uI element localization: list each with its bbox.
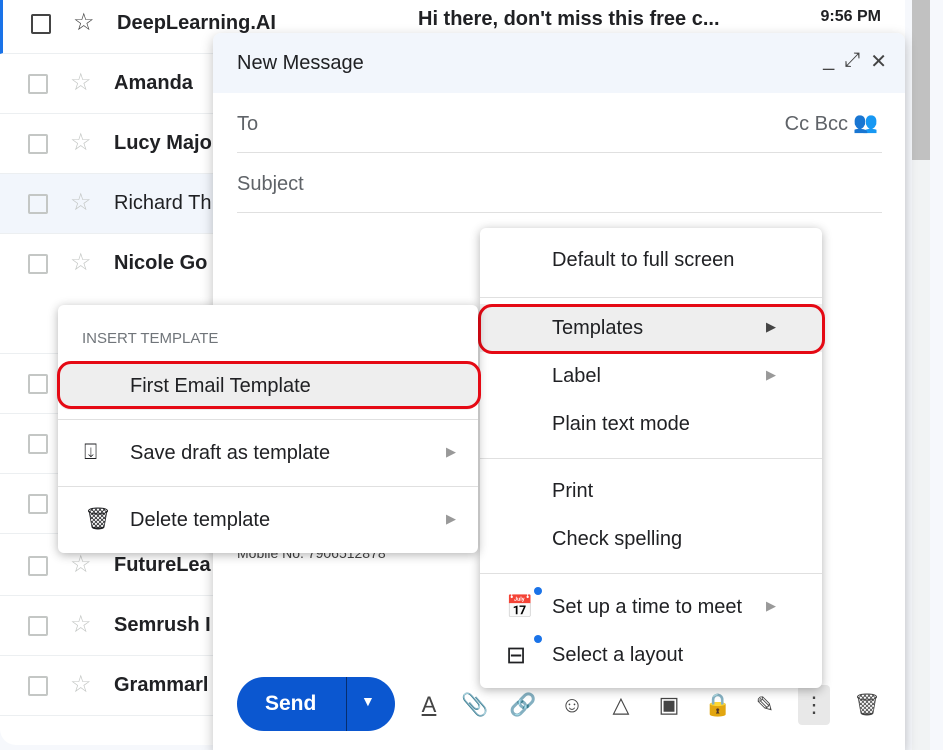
menu-item-select-layout[interactable]: ⊟ Select a layout: [480, 631, 822, 679]
formatting-icon[interactable]: A: [413, 689, 445, 721]
cc-bcc-link[interactable]: Cc Bcc: [785, 113, 848, 136]
star-icon[interactable]: ☆: [70, 128, 92, 157]
checkbox[interactable]: [28, 194, 48, 214]
sender: FutureLea: [114, 554, 211, 576]
submenu-arrow-icon: ▶: [766, 598, 776, 613]
menu-item-print[interactable]: Print: [480, 467, 822, 515]
calendar-icon: 📅: [506, 594, 534, 619]
sender: Nicole Go: [114, 252, 208, 274]
subject: Hi there, don't miss this free c...: [418, 8, 720, 30]
more-options-icon[interactable]: ⋮: [798, 685, 830, 725]
star-icon[interactable]: ☆: [70, 670, 92, 699]
sender: Lucy Majo: [114, 132, 212, 154]
menu-item-label[interactable]: Label ▶: [480, 352, 822, 400]
submenu-arrow-icon: ▶: [446, 444, 456, 459]
trash-icon: 🗑: [84, 506, 112, 531]
close-icon[interactable]: ✕: [870, 49, 887, 74]
delete-template[interactable]: 🗑 Delete template ▶: [58, 496, 478, 544]
scrollbar-thumb[interactable]: [912, 0, 930, 160]
subject-field[interactable]: Subject: [237, 153, 882, 213]
checkbox[interactable]: [28, 676, 48, 696]
time: 9:56 PM: [820, 8, 881, 25]
subject-placeholder: Subject: [237, 173, 304, 195]
compose-header: New Message _ ⤢ ✕: [213, 33, 905, 93]
star-icon[interactable]: ☆: [73, 8, 95, 37]
submenu-arrow-icon: ▶: [446, 511, 456, 526]
checkbox[interactable]: [28, 494, 48, 514]
sender: Amanda: [114, 72, 193, 94]
checkbox[interactable]: [28, 616, 48, 636]
star-icon[interactable]: ☆: [70, 550, 92, 579]
menu-item-plain-text[interactable]: Plain text mode: [480, 400, 822, 448]
highlight-templates: [478, 304, 825, 354]
menu-item-set-up-time[interactable]: 📅 Set up a time to meet ▶: [480, 583, 822, 631]
submenu-header: INSERT TEMPLATE: [82, 330, 219, 347]
new-feature-dot: [534, 635, 542, 643]
emoji-icon[interactable]: ☺: [556, 689, 588, 721]
compose-title: New Message: [237, 52, 364, 74]
sender: Richard Th: [114, 192, 212, 214]
send-label: Send: [265, 692, 317, 715]
schedule-send-dropdown[interactable]: ▼: [361, 693, 375, 709]
to-label: To: [237, 113, 259, 135]
new-feature-dot: [534, 587, 542, 595]
expand-icon[interactable]: ⤢: [844, 49, 860, 74]
send-button[interactable]: Send ▼: [237, 677, 395, 731]
sender: DeepLearning.AI: [117, 12, 276, 34]
star-icon[interactable]: ☆: [70, 188, 92, 217]
trash-icon[interactable]: 🗑: [851, 689, 883, 721]
submenu-arrow-icon: ▶: [766, 367, 776, 382]
checkbox[interactable]: [28, 434, 48, 454]
minimize-icon[interactable]: _: [823, 49, 834, 74]
checkbox[interactable]: [28, 134, 48, 154]
sender: Grammarl: [114, 674, 209, 696]
attach-icon[interactable]: 📎: [459, 689, 491, 721]
sender: Semrush I: [114, 614, 211, 636]
photo-icon[interactable]: ▣: [653, 689, 685, 721]
menu-item-check-spelling[interactable]: Check spelling: [480, 515, 822, 563]
checkbox[interactable]: [28, 556, 48, 576]
signature-pen-icon[interactable]: ✎: [749, 689, 781, 721]
confidential-lock-icon[interactable]: 🔒: [702, 689, 734, 721]
drive-icon[interactable]: △: [605, 689, 637, 721]
highlight-first-template: [57, 361, 481, 409]
star-icon[interactable]: ☆: [70, 68, 92, 97]
checkbox[interactable]: [28, 74, 48, 94]
save-draft-as-template[interactable]: ⍗ Save draft as template ▶: [58, 429, 478, 477]
to-field[interactable]: To Cc Bcc 👥: [237, 93, 882, 153]
add-recipients-icon[interactable]: 👥: [853, 110, 878, 135]
star-icon[interactable]: ☆: [70, 610, 92, 639]
save-template-icon: ⍗: [84, 439, 98, 464]
checkbox[interactable]: [31, 14, 51, 34]
scrollbar[interactable]: [912, 0, 930, 750]
link-icon[interactable]: 🔗: [507, 689, 539, 721]
layout-icon: ⊟: [506, 642, 527, 669]
menu-item-full-screen[interactable]: Default to full screen: [480, 236, 822, 284]
templates-submenu: INSERT TEMPLATE First Email Template ⍗ Sa…: [58, 305, 478, 553]
checkbox[interactable]: [28, 254, 48, 274]
checkbox[interactable]: [28, 374, 48, 394]
more-options-menu: Default to full screen Templates ▶ Label ▶…: [480, 228, 822, 688]
star-icon[interactable]: ☆: [70, 248, 92, 277]
